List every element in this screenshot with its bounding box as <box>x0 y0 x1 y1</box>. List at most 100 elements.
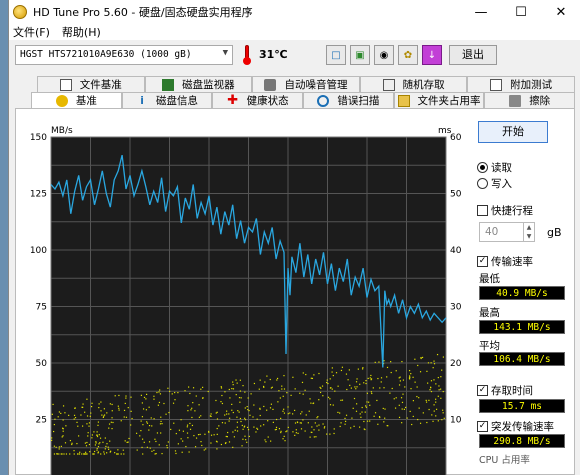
access-time-point <box>398 384 401 386</box>
access-time-point <box>117 449 119 451</box>
min-label: 最低 <box>479 273 500 285</box>
access-time-point <box>323 427 325 429</box>
access-time-point <box>235 394 237 396</box>
access-time-point <box>202 386 204 388</box>
app-window: HD Tune Pro 5.60 - 硬盘/固态硬盘实用程序 — ☐ ✕ 文件(… <box>8 0 580 475</box>
access-time-point <box>244 407 246 409</box>
access-time-point <box>326 381 328 384</box>
access-time-point <box>365 382 367 385</box>
burst-rate-checkbox[interactable]: ✓ 突发传输速率 <box>477 419 554 434</box>
access-time-point <box>78 435 80 437</box>
tab-disk-monitor[interactable]: 磁盘监视器 <box>144 76 253 92</box>
access-time-point <box>438 385 440 387</box>
access-time-point <box>77 425 79 427</box>
maximize-button[interactable]: ☐ <box>501 0 541 24</box>
access-time-point <box>290 394 292 396</box>
y-left-tick-label: 50 <box>36 359 48 369</box>
y-right-tick-label: 60 <box>450 133 462 143</box>
access-time-point <box>91 434 93 436</box>
access-time-point <box>299 392 301 394</box>
access-time-point <box>369 377 371 379</box>
access-time-point <box>376 399 378 402</box>
access-time-point <box>241 424 243 427</box>
drive-select[interactable]: HGST HTS721010A9E630 (1000 gB) ▼ <box>15 45 233 65</box>
tab-extra-tests[interactable]: 附加测试 <box>467 76 575 92</box>
read-radio[interactable]: 读取 <box>477 160 512 175</box>
copy-info-button[interactable]: □ <box>326 45 346 65</box>
speaker-icon <box>264 78 277 91</box>
access-time-point <box>110 421 112 423</box>
access-time-point <box>278 390 280 392</box>
tab-file-benchmark[interactable]: 文件基准 <box>37 76 145 92</box>
start-button[interactable]: 开始 <box>478 121 548 143</box>
access-time-point <box>91 402 93 404</box>
access-time-point <box>159 393 162 395</box>
access-time-point <box>198 404 200 406</box>
access-time-point <box>216 448 218 450</box>
access-time-point <box>374 412 377 414</box>
access-time-point <box>247 397 249 399</box>
access-time-point <box>412 376 414 378</box>
access-time-point <box>377 423 379 425</box>
tab-benchmark[interactable]: 基准 <box>31 92 122 108</box>
tab-disk-info[interactable]: i 磁盘信息 <box>121 92 213 108</box>
access-time-point <box>220 387 223 389</box>
write-radio[interactable]: 写入 <box>477 176 512 191</box>
copy-screen-button[interactable]: ▣ <box>350 45 370 65</box>
access-time-point <box>398 377 400 379</box>
access-time-point <box>108 427 110 429</box>
tab-error-scan[interactable]: 错误扫描 <box>303 92 394 108</box>
access-time-point <box>313 436 315 438</box>
access-time-point <box>362 367 364 369</box>
access-time-point <box>299 422 301 424</box>
access-time-point <box>286 392 288 394</box>
cpu-usage-label: CPU 占用率 <box>479 455 530 466</box>
close-button[interactable]: ✕ <box>541 0 580 24</box>
access-time-point <box>311 426 313 428</box>
left-axis-unit: MB/s <box>51 126 73 136</box>
tab-noise-management[interactable]: 自动噪音管理 <box>252 76 360 92</box>
save-button[interactable]: ↓ <box>422 45 442 65</box>
exit-button[interactable]: 退出 <box>449 45 497 65</box>
transfer-rate-checkbox[interactable]: ✓ 传输速率 <box>477 254 533 269</box>
minimize-button[interactable]: — <box>461 0 501 24</box>
access-time-point <box>277 401 279 403</box>
access-time-point <box>53 430 55 433</box>
access-time-point <box>247 429 250 431</box>
menu-file[interactable]: 文件(F) <box>13 24 50 40</box>
access-time-point <box>215 412 217 414</box>
screenshot-button[interactable]: ◉ <box>374 45 394 65</box>
copy-icon: □ <box>331 49 341 61</box>
access-time-point <box>143 396 146 399</box>
access-time-point <box>300 428 303 430</box>
tab-erase[interactable]: 擦除 <box>484 92 576 108</box>
access-time-point <box>195 395 197 397</box>
access-time-point <box>161 452 163 455</box>
access-time-checkbox[interactable]: ✓ 存取时间 <box>477 383 533 398</box>
access-time-point <box>391 387 393 390</box>
access-time-point <box>246 441 248 443</box>
tab-folder-usage[interactable]: 文件夹占用率 <box>393 92 485 108</box>
access-time-point <box>283 375 285 377</box>
access-time-point <box>361 406 363 409</box>
options-button[interactable]: ✿ <box>398 45 418 65</box>
access-time-point <box>239 417 242 420</box>
quick-scan-size-input[interactable]: 40 ▲ ▼ <box>479 222 535 242</box>
access-time-point <box>356 378 358 380</box>
access-time-point <box>265 441 267 443</box>
extra-tests-icon <box>490 78 503 91</box>
download-arrow-icon: ↓ <box>427 49 437 61</box>
access-time-point <box>71 443 73 446</box>
menu-help[interactable]: 帮助(H) <box>62 24 101 40</box>
title-bar[interactable]: HD Tune Pro 5.60 - 硬盘/固态硬盘实用程序 — ☐ ✕ <box>9 0 580 24</box>
access-time-point <box>408 369 411 372</box>
access-time-point <box>68 414 70 416</box>
access-time-point <box>234 429 236 431</box>
access-time-point <box>294 434 296 436</box>
quick-scan-checkbox[interactable]: 快捷行程 <box>477 203 533 218</box>
tab-random-access[interactable]: 随机存取 <box>359 76 468 92</box>
access-time-point <box>154 438 156 440</box>
spin-buttons[interactable]: ▲ ▼ <box>523 223 534 241</box>
access-time-point <box>430 362 432 364</box>
tab-health[interactable]: ✚ 健康状态 <box>212 92 304 108</box>
